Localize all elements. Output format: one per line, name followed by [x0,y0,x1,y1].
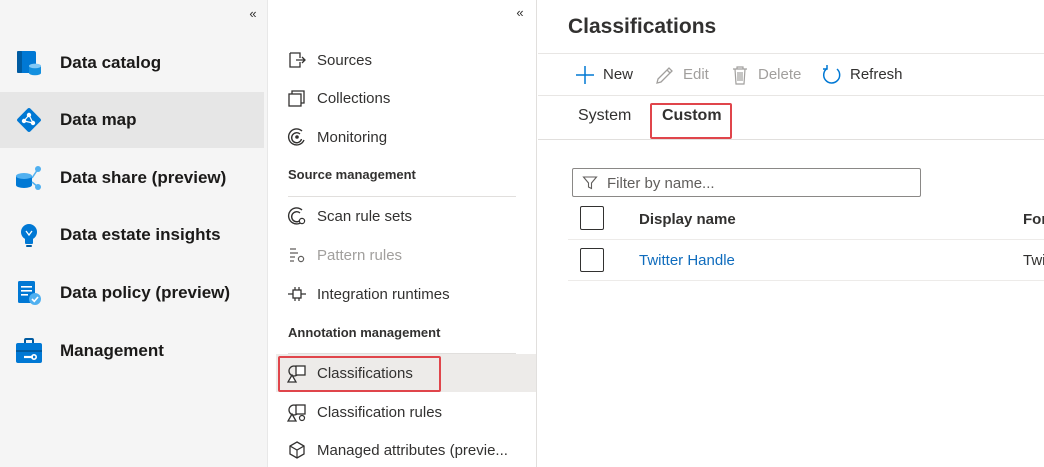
tab-custom[interactable]: Custom [662,107,722,125]
row-display-name-link[interactable]: Twitter Handle [639,252,735,269]
data-share-icon [16,166,41,190]
subnav-item-label: Classifications [317,364,413,382]
subnav-item-label: Pattern rules [317,246,403,264]
table-row[interactable]: Twitter Handle Twi [568,240,1044,281]
sources-icon [289,52,306,68]
nav-item-data-policy[interactable]: Data policy (preview) [0,265,264,321]
row-checkbox[interactable] [580,248,604,272]
section-header-annotation-management: Annotation management [288,325,441,340]
subnav-item-label: Sources [317,51,373,69]
subnav-item-label: Integration runtimes [317,285,450,303]
subnav-item-label: Collections [317,89,391,107]
classifications-icon [287,365,306,383]
nav-item-label: Data policy (preview) [60,283,231,302]
classifications-page: Classifications New Edit Delete Refresh … [538,0,1044,467]
managed-attributes-icon [289,441,305,459]
subnav-item-pattern-rules[interactable]: Pattern rules [276,236,536,274]
nav-item-label: Data estate insights [60,225,221,244]
nav-item-data-share[interactable]: Data share (preview) [0,150,264,206]
data-policy-icon [18,281,41,305]
data-map-subnav: « Sources Collections Monitoring Source … [269,0,537,467]
subnav-item-label: Scan rule sets [317,207,413,225]
select-all-checkbox[interactable] [580,206,604,230]
nav-item-data-map[interactable]: Data map [0,92,264,148]
nav-item-management[interactable]: Management [0,323,264,379]
refresh-button[interactable]: Refresh [821,54,903,95]
subnav-item-classifications[interactable]: Classifications [276,354,536,392]
monitoring-icon [287,128,305,146]
subnav-item-label: Monitoring [317,128,388,146]
subnav-item-monitoring[interactable]: Monitoring [276,118,536,156]
nav-item-label: Data share (preview) [60,168,227,187]
primary-nav: « Data catalog Data map Data share (prev… [0,0,268,467]
row-formal-name: Twi [1023,252,1044,269]
nav-item-data-estate-insights[interactable]: Data estate insights [0,207,264,263]
filter-box [572,168,921,197]
management-toolbox-icon [16,338,42,363]
trash-icon [733,65,747,85]
subnav-item-scan-rule-sets[interactable]: Scan rule sets [276,197,536,235]
column-header-display-name[interactable]: Display name [639,211,736,228]
page-title: Classifications [568,15,717,38]
collapse-subnav-button[interactable]: « [512,5,528,21]
subnav-item-label: Classification rules [317,403,443,421]
refresh-button-label: Refresh [850,66,903,83]
subnav-item-managed-attributes[interactable]: Managed attributes (previe... [276,431,536,467]
edit-button-label: Edit [683,66,709,83]
subnav-item-collections[interactable]: Collections [276,79,536,117]
subnav-item-sources[interactable]: Sources [276,41,536,79]
nav-item-label: Management [60,341,164,360]
pattern-rules-icon [290,248,305,263]
scan-rule-sets-icon [287,207,306,225]
collections-icon [288,90,305,107]
insights-lightbulb-icon [21,224,37,247]
collapse-primary-nav-button[interactable]: « [245,6,261,22]
data-catalog-icon [17,51,41,76]
delete-button-label: Delete [758,66,802,83]
classification-tabs: System Custom [538,97,1044,140]
nav-item-data-catalog[interactable]: Data catalog [0,35,264,91]
filter-icon [582,176,598,190]
classification-rules-icon [287,404,306,422]
column-header-formal[interactable]: For [1023,211,1044,228]
nav-item-label: Data map [60,110,137,129]
new-button-label: New [603,66,634,83]
subnav-item-integration-runtimes[interactable]: Integration runtimes [276,275,536,313]
tab-system[interactable]: System [578,107,631,125]
pencil-icon [656,66,673,84]
table-header-row: Display name For [568,199,1044,240]
section-header-source-management: Source management [288,167,416,182]
filter-input[interactable] [607,172,907,194]
subnav-item-classification-rules[interactable]: Classification rules [276,393,536,431]
edit-button[interactable]: Edit [654,54,709,95]
new-button[interactable]: New [574,54,633,95]
subnav-item-label: Managed attributes (previe... [317,441,508,459]
refresh-icon [822,64,841,84]
delete-button[interactable]: Delete [729,54,801,95]
data-map-icon [17,108,41,132]
integration-runtimes-icon [288,287,306,301]
command-bar: New Edit Delete Refresh [538,53,1044,96]
nav-item-label: Data catalog [60,53,162,72]
plus-icon [576,65,594,84]
